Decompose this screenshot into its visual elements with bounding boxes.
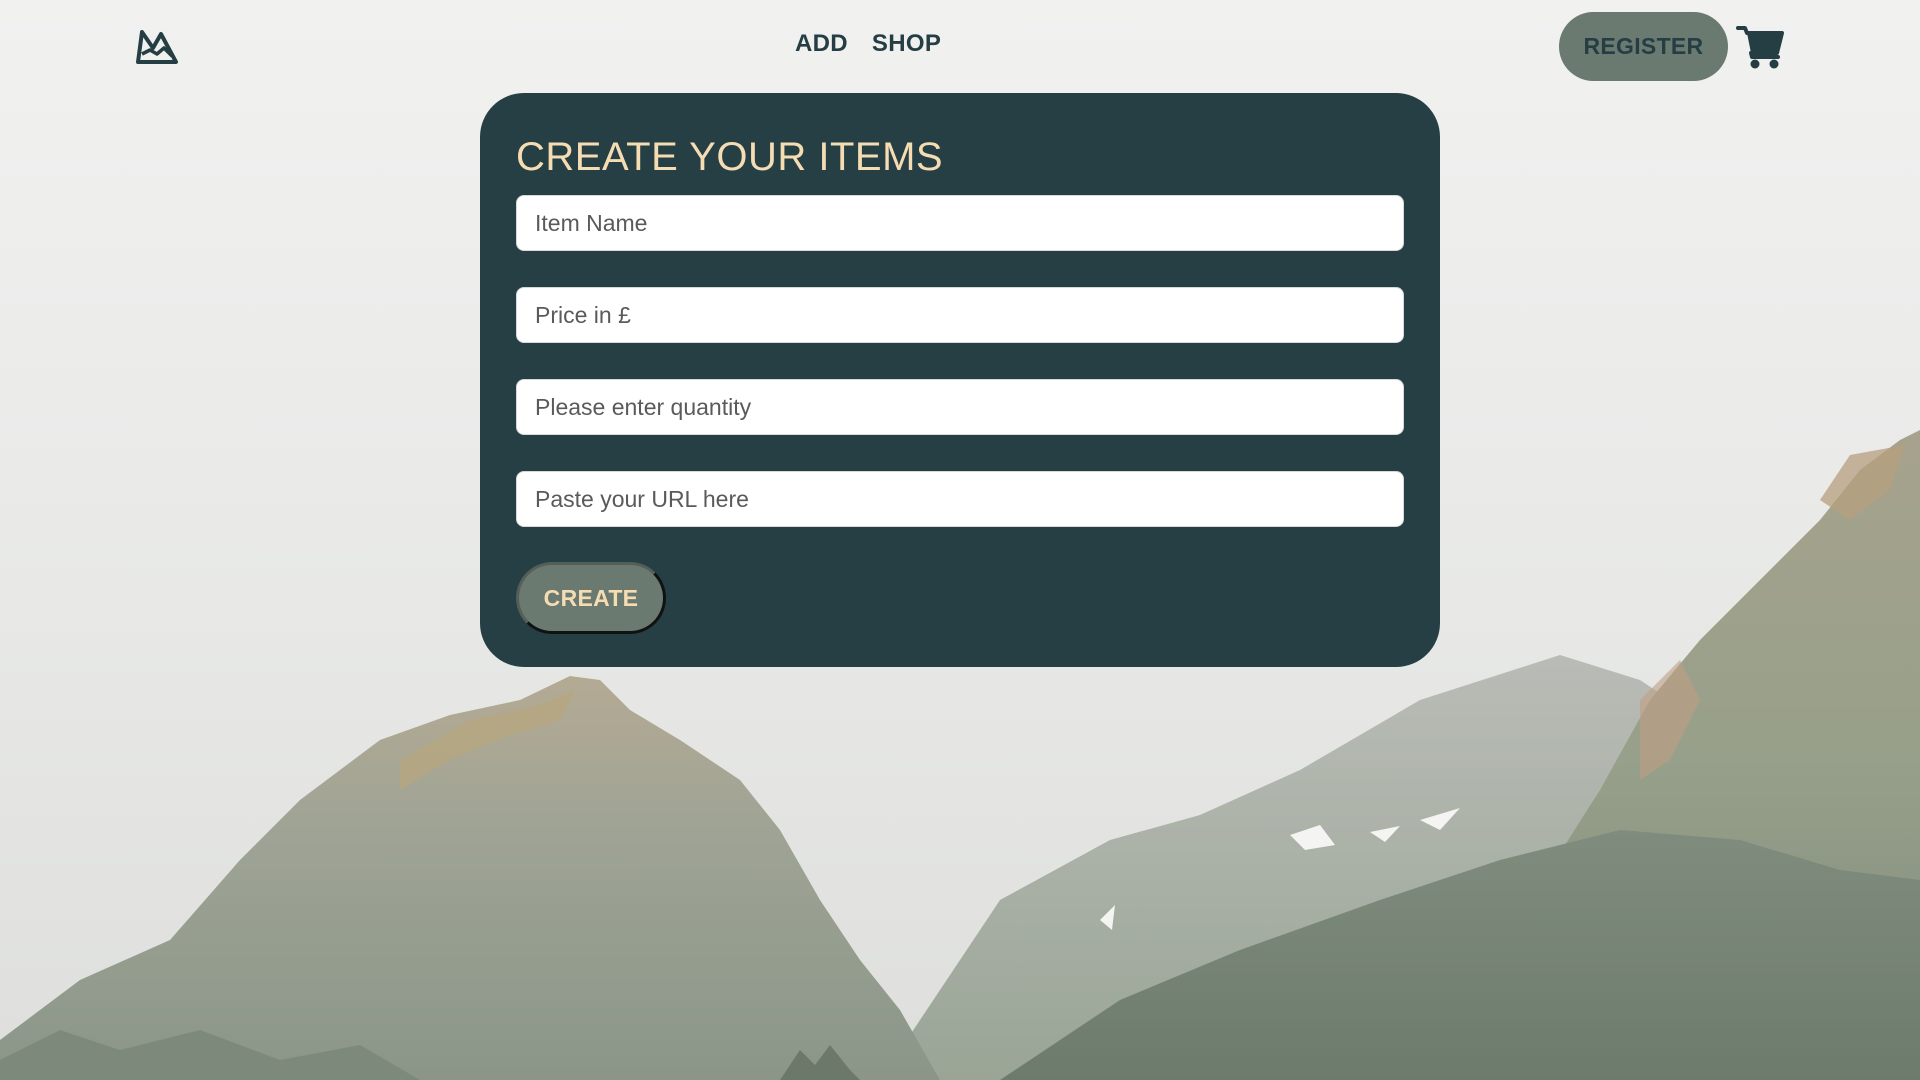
create-button[interactable]: CREATE (516, 562, 666, 634)
register-button[interactable]: REGISTER (1559, 12, 1728, 81)
mountain-logo-icon[interactable] (134, 26, 180, 68)
url-input[interactable] (516, 471, 1404, 527)
nav-link-add[interactable]: ADD (795, 30, 848, 58)
nav-link-shop[interactable]: SHOP (872, 30, 941, 58)
form-title: CREATE YOUR ITEMS (516, 135, 944, 179)
create-item-form: CREATE YOUR ITEMS CREATE (480, 93, 1440, 667)
shopping-cart-icon[interactable] (1736, 24, 1786, 70)
quantity-input[interactable] (516, 379, 1404, 435)
top-navbar: ADD SHOP REGISTER (0, 0, 1920, 95)
nav-links: ADD SHOP (795, 30, 941, 58)
price-input[interactable] (516, 287, 1404, 343)
item-name-input[interactable] (516, 195, 1404, 251)
